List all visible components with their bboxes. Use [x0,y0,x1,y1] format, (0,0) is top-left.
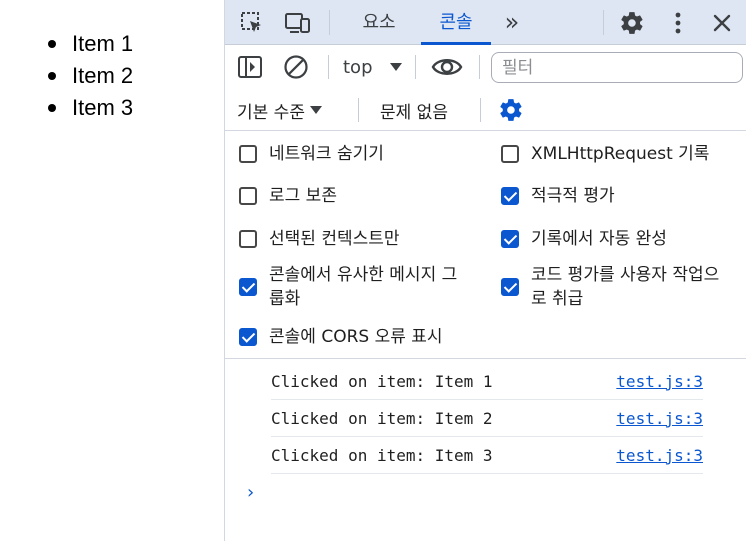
console-toolbar-secondary: 기본 수준 문제 없음 [225,89,746,131]
issues-label: 문제 없음 [380,102,448,123]
checkbox[interactable] [239,278,257,296]
more-options-icon[interactable] [661,0,695,45]
console-message: Clicked on item: Item 1 test.js:3 [271,363,703,400]
message-text: Clicked on item: Item 3 [271,445,493,465]
setting-user-activation[interactable]: 코드 평가를 사용자 작업으로 취급 [501,263,741,311]
device-toolbar-icon[interactable] [281,0,315,45]
source-link[interactable]: test.js:3 [616,372,703,391]
sidebar-toggle-icon[interactable] [237,53,265,81]
message-text: Clicked on item: Item 2 [271,408,493,428]
context-selector[interactable]: top [343,53,403,81]
setting-hide-network[interactable]: 네트워크 숨기기 [239,142,479,166]
source-link[interactable]: test.js:3 [616,446,703,465]
toolbar-divider [415,55,416,79]
setting-label: 적극적 평가 [531,186,615,206]
setting-label: 네트워크 숨기기 [269,144,384,164]
toolbar-divider [328,55,329,79]
console-settings-panel: 네트워크 숨기기 로그 보존 선택된 컨텍스트만 콘솔에서 유사한 메시지 그룹… [225,131,746,359]
devtools-panel: 요소 콘솔 » top 필터 기본 수준 문제 없음 네트워크 숨기기 로그 보… [224,0,746,541]
setting-label: 콘솔에 CORS 오류 표시 [269,327,443,347]
tab-bar-divider [603,10,604,35]
issues-button[interactable]: 문제 없음 [380,97,448,123]
setting-label: 콘솔에서 유사한 메시지 그룹화 [269,265,458,309]
console-message: Clicked on item: Item 2 test.js:3 [271,400,703,437]
console-toolbar: top [225,45,746,89]
setting-label: 선택된 컨텍스트만 [269,229,400,249]
setting-label: 로그 보존 [269,186,337,206]
filter-input[interactable] [491,52,743,83]
setting-preserve-log[interactable]: 로그 보존 [239,184,479,208]
devtools-tab-bar: 요소 콘솔 » [225,0,746,45]
dropdown-arrow-icon [309,106,322,114]
tab-elements[interactable]: 요소 [345,0,413,45]
source-link[interactable]: test.js:3 [616,409,703,428]
console-prompt-icon[interactable]: › [245,482,256,503]
setting-group-similar[interactable]: 콘솔에서 유사한 메시지 그룹화 [239,263,469,311]
more-tabs-icon[interactable]: » [495,0,529,45]
live-expression-eye-icon[interactable] [431,53,465,81]
setting-autocomplete-history[interactable]: 기록에서 자동 완성 [501,227,741,251]
setting-label: 기록에서 자동 완성 [531,229,667,249]
list-item[interactable]: Item 2 [47,60,133,92]
list-item[interactable]: Item 3 [47,92,133,124]
setting-show-cors-errors[interactable]: 콘솔에 CORS 오류 표시 [239,325,479,349]
close-icon[interactable] [705,0,739,45]
gear-icon[interactable] [615,0,649,45]
log-level-label: 기본 수준 [237,102,305,123]
message-text: Clicked on item: Item 1 [271,371,493,391]
setting-label: XMLHttpRequest 기록 [531,144,710,164]
toolbar-divider [479,55,480,79]
console-settings-gear-icon[interactable] [498,96,526,124]
dropdown-arrow-icon [389,63,402,71]
toolbar-divider [358,98,359,122]
setting-eager-evaluation[interactable]: 적극적 평가 [501,184,741,208]
tab-bar-divider [329,10,330,35]
checkbox[interactable] [239,187,257,205]
inspect-element-icon[interactable] [235,0,269,45]
checkbox[interactable] [501,145,519,163]
setting-label: 코드 평가를 사용자 작업으로 취급 [531,265,720,309]
checkbox[interactable] [239,145,257,163]
checkbox[interactable] [501,187,519,205]
item-list: Item 1 Item 2 Item 3 [47,28,133,124]
setting-selected-context-only[interactable]: 선택된 컨텍스트만 [239,227,479,251]
context-selector-label: top [343,56,373,78]
page-viewport: Item 1 Item 2 Item 3 [0,0,224,541]
list-item[interactable]: Item 1 [47,28,133,60]
checkbox[interactable] [239,328,257,346]
checkbox[interactable] [501,278,519,296]
checkbox[interactable] [239,230,257,248]
console-message: Clicked on item: Item 3 test.js:3 [271,437,703,474]
tab-console[interactable]: 콘솔 [421,0,491,45]
setting-log-xhr[interactable]: XMLHttpRequest 기록 [501,142,741,166]
clear-console-icon[interactable] [283,53,311,81]
checkbox[interactable] [501,230,519,248]
toolbar-divider [480,98,481,122]
log-level-dropdown[interactable]: 기본 수준 [237,97,323,123]
